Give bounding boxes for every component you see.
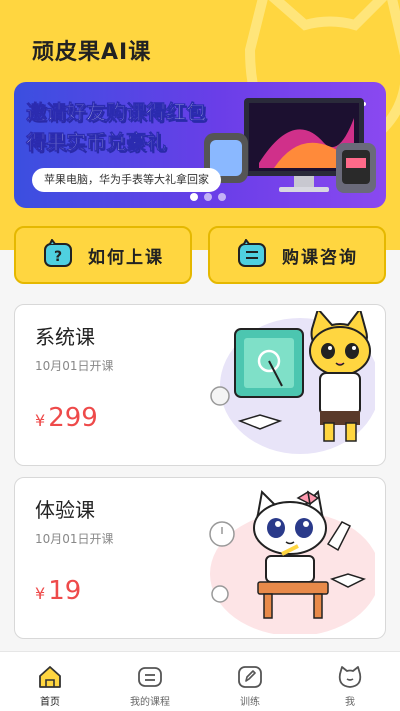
course-start-date: 10月01日开课 — [35, 359, 114, 373]
svg-text:?: ? — [54, 249, 62, 265]
pagination-dot[interactable] — [190, 193, 198, 201]
promo-banner[interactable]: 邀请好友购课得红包 得果实币兑豪礼 苹果电脑，华为手表等大礼拿回家 — [14, 82, 386, 208]
tab-label: 我 — [345, 697, 355, 708]
purchase-consult-label: 购课咨询 — [282, 247, 358, 268]
cat-student-icon — [209, 489, 375, 634]
purchase-consult-button[interactable]: 购课咨询 — [208, 226, 386, 284]
how-to-attend-label: 如何上课 — [88, 247, 164, 268]
course-price: ¥19 — [35, 576, 81, 606]
course-start-date: 10月01日开课 — [35, 532, 114, 546]
home-icon — [39, 666, 61, 688]
pagination-dot[interactable] — [218, 193, 226, 201]
course-title: 系统课 — [35, 325, 95, 349]
currency-symbol: ¥ — [35, 411, 46, 430]
course-price: ¥299 — [35, 403, 98, 433]
tab-my-courses[interactable]: 我的课程 — [100, 652, 200, 711]
course-card-system[interactable]: 系统课 10月01日开课 ¥299 — [14, 304, 386, 466]
course-card-trial[interactable]: 体验课 10月01日开课 ¥19 — [14, 477, 386, 639]
pagination-dot[interactable] — [204, 193, 212, 201]
tab-label: 首页 — [40, 697, 60, 708]
bottom-tab-bar: 首页 我的课程 训练 我 — [0, 651, 400, 711]
banner-pagination[interactable] — [190, 193, 226, 201]
course-icon — [138, 667, 162, 687]
price-value: 19 — [48, 576, 82, 606]
price-value: 299 — [48, 403, 98, 433]
question-icon: ? — [44, 239, 72, 267]
course-title: 体验课 — [35, 498, 95, 522]
currency-symbol: ¥ — [35, 584, 46, 603]
tab-home[interactable]: 首页 — [0, 652, 100, 711]
pencil-icon — [238, 666, 262, 688]
profile-icon — [338, 666, 362, 688]
chat-icon — [238, 239, 266, 267]
banner-subheadline: 得果实币兑豪礼 — [26, 130, 167, 155]
tab-label: 我的课程 — [130, 697, 170, 708]
cat-teacher-icon — [210, 311, 375, 454]
tab-label: 训练 — [240, 697, 260, 708]
tab-training[interactable]: 训练 — [200, 652, 300, 711]
banner-prize-pill: 苹果电脑，华为手表等大礼拿回家 — [32, 168, 221, 192]
app-title: 顽皮果AI课 — [32, 40, 152, 65]
tab-me[interactable]: 我 — [300, 652, 400, 711]
how-to-attend-button[interactable]: ? 如何上课 — [14, 226, 192, 284]
banner-headline: 邀请好友购课得红包 — [26, 100, 207, 125]
